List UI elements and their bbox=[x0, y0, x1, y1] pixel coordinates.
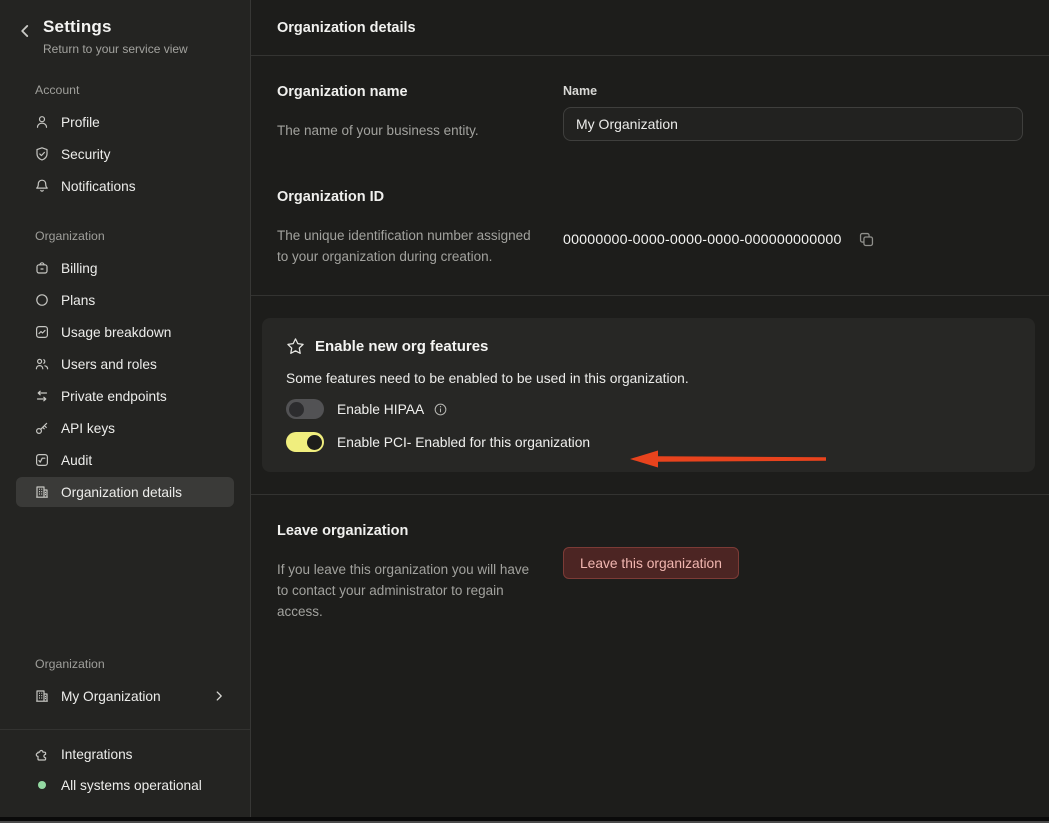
enable-pci-toggle[interactable] bbox=[286, 432, 324, 452]
sidebar-item-private-endpoints[interactable]: Private endpoints bbox=[16, 381, 234, 411]
sidebar-item-label: Billing bbox=[61, 260, 98, 276]
sidebar-item-label: Organization details bbox=[61, 484, 182, 500]
sidebar-title: Settings bbox=[43, 17, 112, 36]
leave-org-heading: Leave organization bbox=[277, 523, 409, 539]
sidebar-item-label: Profile bbox=[61, 114, 100, 130]
sidebar-header: Settings Return to your service view bbox=[0, 0, 250, 56]
org-id-description: The unique identification number assigne… bbox=[277, 228, 531, 264]
sidebar-item-label: Users and roles bbox=[61, 356, 157, 372]
sidebar-item-label: Security bbox=[61, 146, 111, 162]
features-card-description: Some features need to be enabled to be u… bbox=[286, 371, 689, 386]
building-icon bbox=[34, 688, 50, 704]
info-icon[interactable] bbox=[433, 402, 448, 417]
chevron-right-icon bbox=[212, 689, 226, 703]
sidebar-item-usage-breakdown[interactable]: Usage breakdown bbox=[16, 317, 234, 347]
settings-app: Settings Return to your service view Acc… bbox=[0, 0, 1049, 817]
sidebar-item-audit[interactable]: Audit bbox=[16, 445, 234, 475]
section-divider bbox=[251, 295, 1049, 296]
account-section-label: Account bbox=[35, 83, 80, 97]
organization-section-label: Organization bbox=[35, 229, 105, 243]
sidebar-item-label: Plans bbox=[61, 292, 96, 308]
organization-name-section: Organization name The name of your busin… bbox=[251, 56, 1049, 141]
return-to-service-link[interactable]: Return to your service view bbox=[43, 42, 188, 56]
sidebar-footer: Integrations All systems operational bbox=[0, 738, 250, 817]
users-icon bbox=[34, 356, 50, 372]
sidebar-item-label: API keys bbox=[61, 420, 116, 436]
settings-sidebar: Settings Return to your service view Acc… bbox=[0, 0, 251, 817]
hipaa-toggle-label: Enable HIPAA bbox=[337, 401, 425, 417]
org-name-description: The name of your business entity. bbox=[277, 123, 479, 138]
shield-check-icon bbox=[34, 146, 50, 162]
sidebar-item-profile[interactable]: Profile bbox=[16, 107, 234, 137]
sidebar-divider bbox=[0, 729, 250, 730]
sidebar-item-label: Private endpoints bbox=[61, 388, 167, 404]
org-switcher[interactable]: My Organization bbox=[16, 681, 234, 711]
organization-name-input[interactable] bbox=[563, 107, 1023, 141]
bell-icon bbox=[34, 178, 50, 194]
main-content: Organization details Organization name T… bbox=[251, 0, 1049, 817]
sidebar-item-api-keys[interactable]: API keys bbox=[16, 413, 234, 443]
puzzle-icon bbox=[34, 746, 50, 762]
swap-arrows-icon bbox=[34, 388, 50, 404]
key-icon bbox=[34, 420, 50, 436]
star-icon bbox=[286, 337, 305, 356]
sidebar-item-label: Usage breakdown bbox=[61, 324, 172, 340]
audit-check-square-icon bbox=[34, 452, 50, 468]
org-name-heading: Organization name bbox=[277, 84, 408, 100]
enable-features-card: Enable new org features Some features ne… bbox=[262, 318, 1035, 472]
pci-toggle-row: Enable PCI- Enabled for this organizatio… bbox=[286, 432, 1011, 452]
billing-icon bbox=[34, 260, 50, 276]
pci-toggle-label: Enable PCI- Enabled for this organizatio… bbox=[337, 434, 591, 450]
copy-icon[interactable] bbox=[858, 231, 875, 248]
status-dot-icon bbox=[38, 781, 46, 789]
organization-id-section: Organization ID The unique identificatio… bbox=[251, 141, 1049, 267]
org-switcher-value: My Organization bbox=[61, 688, 161, 704]
page-title: Organization details bbox=[251, 0, 1049, 56]
org-id-heading: Organization ID bbox=[277, 189, 385, 205]
integrations-link[interactable]: Integrations bbox=[16, 739, 234, 769]
user-icon bbox=[34, 114, 50, 130]
chart-square-icon bbox=[34, 324, 50, 340]
sidebar-item-label: Audit bbox=[61, 452, 93, 468]
window-bottom-edge bbox=[0, 817, 1049, 823]
name-field-label: Name bbox=[563, 84, 598, 98]
sidebar-item-organization-details[interactable]: Organization details bbox=[16, 477, 234, 507]
back-chevron-icon[interactable] bbox=[16, 22, 34, 40]
circle-icon bbox=[34, 292, 50, 308]
enable-hipaa-toggle[interactable] bbox=[286, 399, 324, 419]
status-label: All systems operational bbox=[61, 777, 202, 793]
hipaa-toggle-row: Enable HIPAA bbox=[286, 399, 1011, 419]
sidebar-item-label: Notifications bbox=[61, 178, 136, 194]
sidebar-item-users-and-roles[interactable]: Users and roles bbox=[16, 349, 234, 379]
features-card-title: Enable new org features bbox=[315, 338, 489, 355]
sidebar-item-billing[interactable]: Billing bbox=[16, 253, 234, 283]
leave-org-description: If you leave this organization you will … bbox=[277, 562, 530, 619]
building-icon bbox=[34, 484, 50, 500]
sidebar-item-notifications[interactable]: Notifications bbox=[16, 171, 234, 201]
integrations-label: Integrations bbox=[61, 746, 133, 762]
leave-organization-button[interactable]: Leave this organization bbox=[563, 547, 739, 579]
org-switcher-label: Organization bbox=[35, 657, 105, 671]
leave-organization-section: Leave organization If you leave this org… bbox=[251, 495, 1049, 622]
organization-id-value: 00000000-0000-0000-0000-000000000000 bbox=[563, 231, 842, 248]
sidebar-item-security[interactable]: Security bbox=[16, 139, 234, 169]
system-status[interactable]: All systems operational bbox=[16, 770, 234, 800]
sidebar-item-plans[interactable]: Plans bbox=[16, 285, 234, 315]
